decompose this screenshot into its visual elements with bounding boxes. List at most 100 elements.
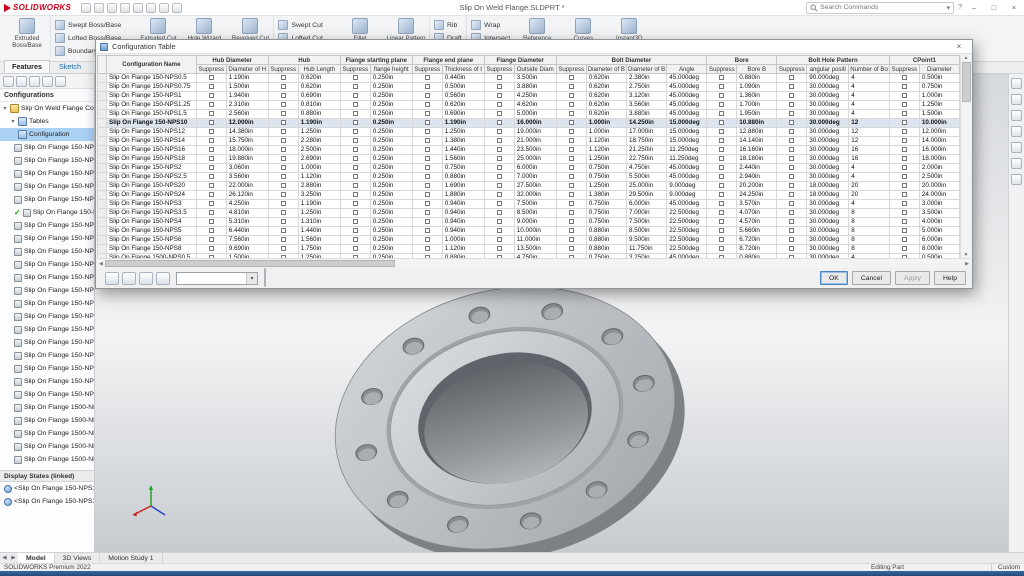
suppress-checkbox[interactable] (425, 237, 430, 242)
config-value-cell[interactable]: 13.500in (514, 245, 556, 254)
config-value-cell[interactable]: 30.000deg (807, 236, 849, 245)
suppress-checkbox[interactable] (497, 219, 502, 224)
config-value-cell[interactable]: 8 (849, 245, 890, 254)
suppress-cell[interactable] (412, 74, 442, 83)
config-name-cell[interactable]: Slip On Flange 150-NPS0.75 (107, 83, 197, 92)
suppress-checkbox[interactable] (281, 192, 286, 197)
suppress-checkbox[interactable] (353, 102, 358, 107)
suppress-cell[interactable] (484, 245, 514, 254)
suppress-cell[interactable] (484, 128, 514, 137)
search-options-chevron-icon[interactable]: ▾ (947, 4, 951, 12)
help-button[interactable]: Help (934, 271, 966, 285)
suppress-checkbox[interactable] (425, 147, 430, 152)
config-value-cell[interactable]: 4 (849, 173, 890, 182)
suppress-cell[interactable] (196, 92, 226, 101)
column-subheader-hub-hub-length[interactable]: Hub Length (298, 65, 340, 74)
suppress-cell[interactable] (777, 173, 807, 182)
config-name-cell[interactable]: Slip On Flange 150-NPS3 (107, 200, 197, 209)
suppress-checkbox[interactable] (569, 102, 574, 107)
appearances-icon[interactable] (1011, 158, 1022, 169)
config-row-slip-on-flange-150-nps10[interactable]: Slip On Flange 150-NPS1012.000in1.190in0… (98, 119, 960, 128)
suppress-checkbox[interactable] (789, 210, 794, 215)
config-value-cell[interactable]: 0.250in (370, 236, 412, 245)
suppress-checkbox[interactable] (353, 75, 358, 80)
config-value-cell[interactable]: 0.750in (586, 209, 626, 218)
suppress-cell[interactable] (777, 83, 807, 92)
config-value-cell[interactable]: 10.000in (514, 227, 556, 236)
suppress-cell[interactable] (556, 137, 586, 146)
config-value-cell[interactable]: 0.750in (586, 164, 626, 173)
suppress-checkbox[interactable] (569, 84, 574, 89)
config-value-cell[interactable]: 0.250in (370, 191, 412, 200)
config-value-cell[interactable]: 1.560in (298, 236, 340, 245)
config-value-cell[interactable]: 10.880in (737, 119, 777, 128)
suppress-cell[interactable] (556, 173, 586, 182)
config-value-cell[interactable]: 2.750in (626, 83, 666, 92)
suppress-cell[interactable] (412, 92, 442, 101)
config-row-slip-on-flange-150-nps3-5[interactable]: Slip On Flange 150-NPS3.54.810in1.250in0… (98, 209, 960, 218)
suppress-cell[interactable] (412, 218, 442, 227)
suppress-cell[interactable] (889, 191, 919, 200)
config-value-cell[interactable]: 0.940in (442, 209, 484, 218)
suppress-cell[interactable] (484, 119, 514, 128)
suppress-cell[interactable] (196, 254, 226, 259)
suppress-cell[interactable] (777, 92, 807, 101)
suppress-cell[interactable] (707, 110, 737, 119)
config-row-slip-on-flange-150-nps4[interactable]: Slip On Flange 150-NPS45.310in1.310in0.2… (98, 218, 960, 227)
suppress-cell[interactable] (889, 128, 919, 137)
suppress-checkbox[interactable] (353, 111, 358, 116)
minimize-button[interactable]: – (966, 3, 982, 12)
suppress-cell[interactable] (340, 173, 370, 182)
suppress-checkbox[interactable] (353, 255, 358, 258)
suppress-cell[interactable] (707, 146, 737, 155)
suppress-checkbox[interactable] (497, 111, 502, 116)
suppress-cell[interactable] (777, 245, 807, 254)
suppress-cell[interactable] (196, 173, 226, 182)
config-value-cell[interactable]: 0.620in (298, 83, 340, 92)
suppress-checkbox[interactable] (497, 255, 502, 258)
config-value-cell[interactable]: 1.090in (737, 83, 777, 92)
row-selector[interactable] (98, 218, 107, 227)
suppress-cell[interactable] (556, 200, 586, 209)
suppress-cell[interactable] (412, 155, 442, 164)
suppress-cell[interactable] (889, 110, 919, 119)
config-value-cell[interactable]: 0.250in (370, 155, 412, 164)
suppress-checkbox[interactable] (209, 192, 214, 197)
config-row-slip-on-flange-150-nps3[interactable]: Slip On Flange 150-NPS34.250in1.190in0.2… (98, 200, 960, 209)
suppress-cell[interactable] (196, 200, 226, 209)
config-row-slip-on-flange-150-nps18[interactable]: Slip On Flange 150-NPS1819.880in2.690in0… (98, 155, 960, 164)
suppress-cell[interactable] (889, 119, 919, 128)
config-value-cell[interactable]: 22.500deg (667, 236, 707, 245)
filter-icon[interactable] (139, 272, 153, 285)
config-value-cell[interactable]: 2.560in (226, 110, 268, 119)
config-value-cell[interactable]: 18.000deg (807, 191, 849, 200)
tab-scroll-left-icon[interactable]: ◀ (0, 555, 9, 561)
row-selector[interactable] (98, 119, 107, 128)
suppress-checkbox[interactable] (425, 75, 430, 80)
config-value-cell[interactable]: 0.750in (586, 254, 626, 259)
suppress-cell[interactable] (196, 74, 226, 83)
config-value-cell[interactable]: 0.250in (370, 74, 412, 83)
suppress-cell[interactable] (889, 200, 919, 209)
row-selector[interactable] (98, 173, 107, 182)
suppress-cell[interactable] (340, 182, 370, 191)
config-value-cell[interactable]: 8 (849, 227, 890, 236)
config-value-cell[interactable]: 4.620in (514, 101, 556, 110)
config-value-cell[interactable]: 30.000deg (807, 155, 849, 164)
suppress-checkbox[interactable] (353, 237, 358, 242)
config-value-cell[interactable]: 15.000deg (667, 137, 707, 146)
config-value-cell[interactable]: 45.000deg (667, 110, 707, 119)
doc-tab-model[interactable]: Model (18, 553, 55, 564)
suppress-cell[interactable] (268, 119, 298, 128)
suppress-checkbox[interactable] (497, 192, 502, 197)
suppress-checkbox[interactable] (569, 129, 574, 134)
suppress-cell[interactable] (412, 137, 442, 146)
suppress-checkbox[interactable] (902, 147, 907, 152)
config-row-slip-on-flange-150-nps1[interactable]: Slip On Flange 150-NPS11.940in0.690in0.2… (98, 92, 960, 101)
config-value-cell[interactable]: 8 (849, 218, 890, 227)
suppress-checkbox[interactable] (425, 246, 430, 251)
suppress-cell[interactable] (889, 227, 919, 236)
rebuild-icon[interactable] (159, 3, 169, 13)
suppress-checkbox[interactable] (209, 210, 214, 215)
suppress-checkbox[interactable] (425, 138, 430, 143)
